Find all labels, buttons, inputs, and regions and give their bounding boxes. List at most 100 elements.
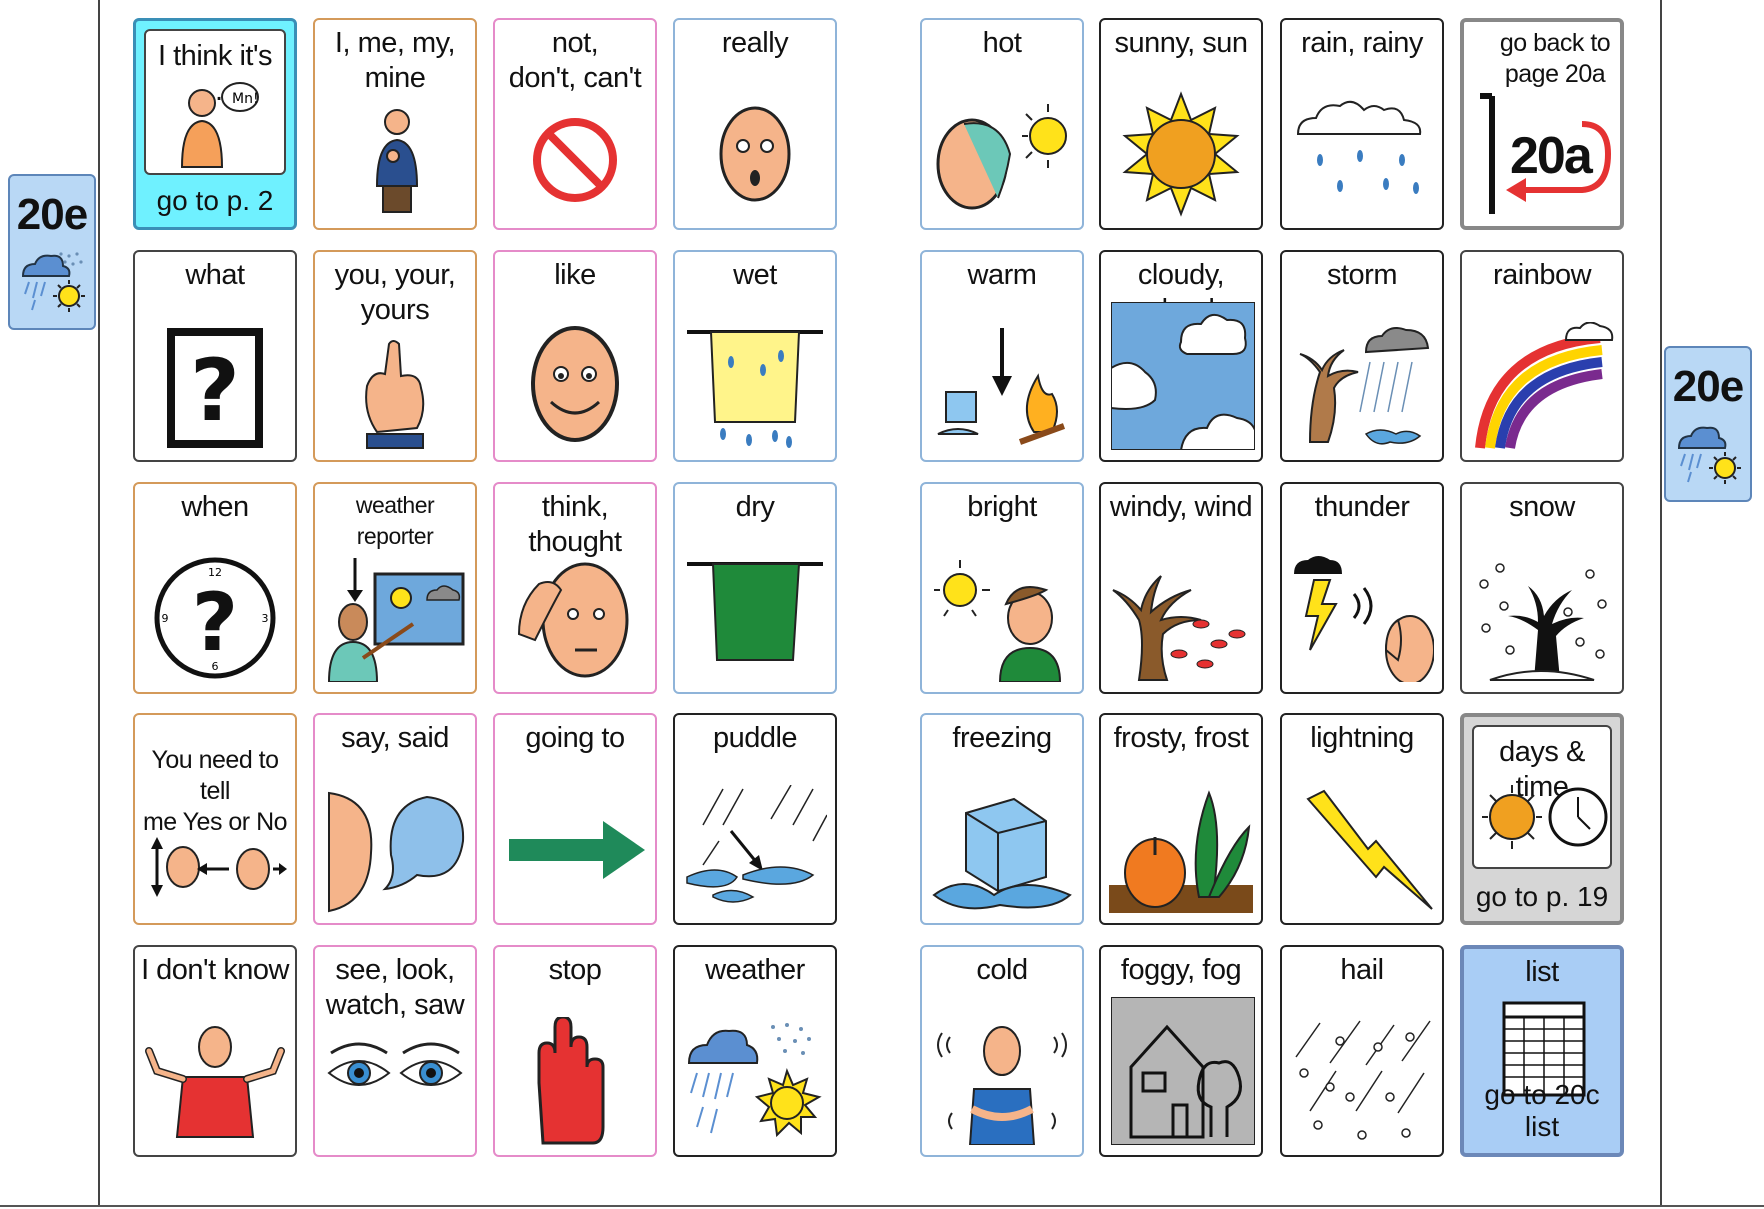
cell-lightning[interactable]: lightning [1280,713,1444,925]
page-tab-left[interactable]: 20e [8,174,96,330]
cell-go-back-20a[interactable]: go back to page 20a 20a [1460,18,1624,230]
cell-windy-wind[interactable]: windy, wind [1099,482,1263,694]
cell-label: warm [967,259,1037,291]
pointing-hand-icon [365,340,425,449]
shrug-person-icon [145,1026,285,1138]
svg-text:?: ? [190,341,240,441]
cell-snow[interactable]: snow [1460,482,1624,694]
cell-label: rainbow [1492,259,1592,291]
cell-warm[interactable]: warm [920,250,1084,462]
svg-text:6: 6 [212,660,219,673]
cell-label: going to [525,722,625,754]
page-tab-label: 20e [1672,362,1744,411]
cell-label: frosty, frost [1113,722,1249,754]
communication-board: 20e 20e I think it's .. Mn! go to p. 2 I… [0,0,1764,1209]
eyes-icon [327,1042,463,1086]
cell-cloudy-cloud[interactable]: cloudy, cloud [1099,250,1263,462]
cell-label: dry [735,491,775,523]
rainbow-icon [1475,322,1614,449]
cell-label: freezing [952,722,1052,754]
cell-label: when [181,491,249,523]
cell-wet[interactable]: wet [673,250,837,462]
cell-like[interactable]: like [493,250,657,462]
person-thinking-icon: Mn! [180,82,259,168]
cell-yes-or-no[interactable]: You need to tell me Yes or No [133,713,297,925]
cell-you-your-yours[interactable]: you, your, yours [313,250,477,462]
windy-tree-icon [1112,575,1246,681]
cell-puddle[interactable]: puddle [673,713,837,925]
cell-label: foggy, fog [1120,954,1242,986]
cell-link-text: go to 20c list [1484,1079,1600,1142]
cell-weather[interactable]: weather [673,945,837,1157]
hot-face-sun-icon [936,104,1067,210]
wet-cloth-icon [687,330,823,448]
sun-clock-icon [1482,785,1608,849]
cell-when[interactable]: when ? 12 3 6 9 [133,482,297,694]
cell-foggy-fog[interactable]: foggy, fog [1099,945,1263,1157]
snow-tree-icon [1479,563,1607,681]
cell-label: stop [548,954,602,986]
cell-label: weather reporter [355,492,435,549]
cell-i-me-my-mine[interactable]: I, me, my, mine [313,18,477,230]
cell-freezing[interactable]: freezing [920,713,1084,925]
bright-sun-boy-icon [934,560,1062,682]
cell-going-to[interactable]: going to [493,713,657,925]
cell-hail[interactable]: hail [1280,945,1444,1157]
sun-icon [1122,91,1240,217]
hail-icon [1295,1020,1431,1140]
no-symbol-icon [533,118,617,202]
cell-weather-reporter[interactable]: weather reporter [313,482,477,694]
cell-sunny-sun[interactable]: sunny, sun [1099,18,1263,230]
cell-label: see, look, watch, saw [325,954,465,1021]
cell-label: windy, wind [1109,491,1253,523]
thunder-icon [1294,556,1434,682]
cell-storm[interactable]: storm [1280,250,1444,462]
svg-text:12: 12 [208,566,222,579]
clouds-sky-icon [1111,302,1255,450]
cell-see-look-watch-saw[interactable]: see, look, watch, saw [313,945,477,1157]
cell-days-and-time[interactable]: days & time go to p. 19 [1460,713,1624,925]
cell-label: really [721,27,789,59]
cell-say-said[interactable]: say, said [313,713,477,925]
cell-label: you, your, yours [334,259,456,326]
cell-thunder[interactable]: thunder [1280,482,1444,694]
cell-list[interactable]: list go to 20c list [1460,945,1624,1157]
page-tab-label: 20e [16,190,88,239]
cell-frosty-frost[interactable]: frosty, frost [1099,713,1263,925]
cell-dry[interactable]: dry [673,482,837,694]
cell-i-think-its[interactable]: I think it's .. Mn! go to p. 2 [133,18,297,230]
cell-really[interactable]: really [673,18,837,230]
cell-inner-panel: I think it's .. Mn! [144,29,286,175]
cell-stop[interactable]: stop [493,945,657,1157]
page-tab-right[interactable]: 20e [1664,346,1752,502]
stop-hand-icon [537,1017,605,1145]
cell-rain-rainy[interactable]: rain, rainy [1280,18,1444,230]
cell-bright[interactable]: bright [920,482,1084,694]
svg-text:Mn!: Mn! [232,91,259,107]
cell-label: sunny, sun [1114,27,1248,59]
right-divider [1660,0,1662,1207]
cold-person-icon [937,1026,1067,1145]
svg-text:3: 3 [262,612,269,625]
person-pointing-self-icon [375,109,419,213]
smiling-face-icon [531,326,619,442]
frost-plants-icon [1109,790,1253,913]
cell-what[interactable]: what ? [133,250,297,462]
cell-hot[interactable]: hot [920,18,1084,230]
cell-not-dont-cant[interactable]: not, don't, can't [493,18,657,230]
svg-text:?: ? [192,576,238,669]
cell-label: puddle [712,722,798,754]
cell-label: weather [705,954,805,986]
cell-label: think, thought [528,491,622,558]
dry-cloth-icon [687,562,823,661]
cell-cold[interactable]: cold [920,945,1084,1157]
clock-question-icon: ? 12 3 6 9 [154,557,276,679]
weather-icon [1677,426,1741,484]
cell-label: I don't know [141,954,289,986]
page-20a-badge: 20a [1510,127,1593,185]
cell-think-thought[interactable]: think, thought [493,482,657,694]
cell-link-text: go to p. 2 [156,185,274,216]
cell-inner-panel: days & time [1472,725,1612,869]
cell-rainbow[interactable]: rainbow [1460,250,1624,462]
cell-i-dont-know[interactable]: I don't know [133,945,297,1157]
